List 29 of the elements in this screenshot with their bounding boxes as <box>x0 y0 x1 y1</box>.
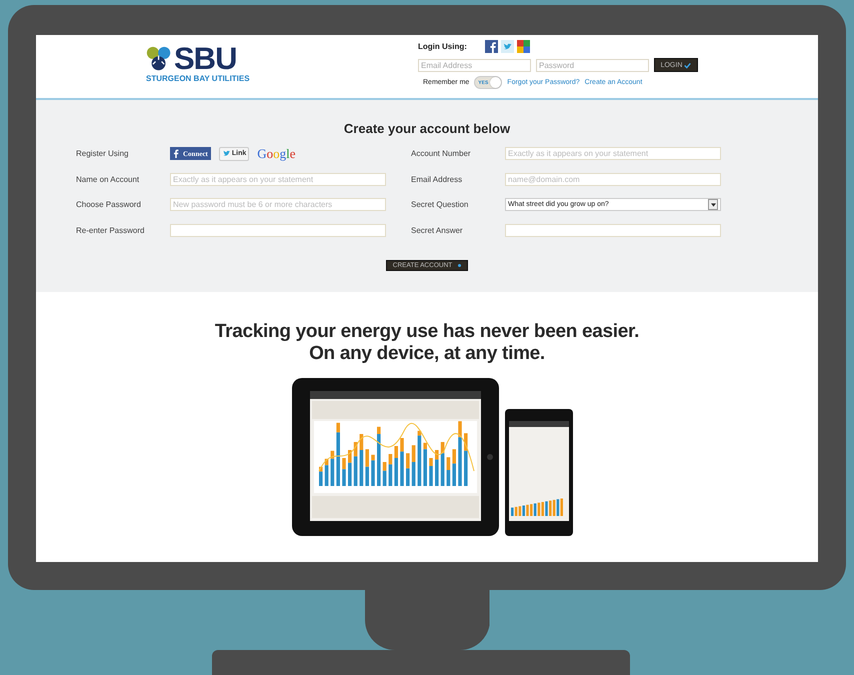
field-label: Choose Password <box>76 200 142 210</box>
logo-wordmark: SBU <box>174 44 236 74</box>
facebook-icon[interactable] <box>485 40 498 52</box>
login-using-label: Login Using: <box>418 42 468 50</box>
field-label: Name on Account <box>76 174 140 184</box>
text-input[interactable]: New password must be 6 or more characters <box>170 198 386 212</box>
text-input[interactable] <box>505 224 721 237</box>
text-input[interactable]: Exactly as it appears on your statement <box>170 172 386 186</box>
field-label: Email Address <box>411 174 464 184</box>
checkmark-icon <box>684 62 692 68</box>
twitter-icon <box>222 149 231 158</box>
text-input[interactable] <box>170 224 386 237</box>
field-label: Secret Answer <box>411 226 464 235</box>
promo-headline: On any device, at any time. <box>309 343 545 365</box>
email-input[interactable]: Email Address <box>418 58 531 72</box>
text-input[interactable]: Exactly as it appears on your statement <box>505 147 721 160</box>
facebook-icon <box>173 149 179 158</box>
logo-mark-icon <box>146 46 172 72</box>
register-title: Create your account below <box>344 121 510 136</box>
register-using-label: Register Using <box>76 149 130 158</box>
password-input[interactable]: Password <box>536 58 649 72</box>
text-input[interactable]: name@domain.com <box>505 172 721 186</box>
logo-tagline: STURGEON BAY UTILITIES <box>146 74 251 84</box>
field-label: Re-enter Password <box>76 226 146 235</box>
promo-headline: Tracking your energy use has never been easier. <box>214 321 640 343</box>
google-plus-icon[interactable] <box>517 40 530 52</box>
field-label: Account Number <box>411 149 472 158</box>
field-label: Secret Question <box>411 200 470 210</box>
google-button[interactable]: Google <box>257 146 296 162</box>
